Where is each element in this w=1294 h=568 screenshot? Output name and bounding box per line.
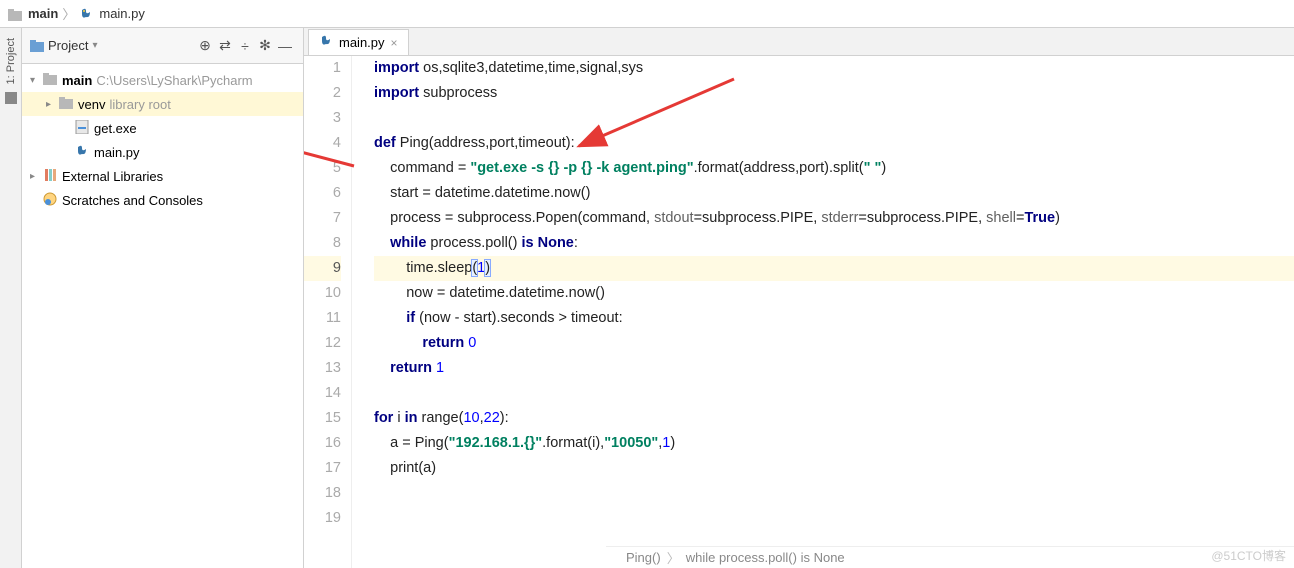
- editor-area: main.py × 12345678910111213141516171819 …: [304, 28, 1294, 568]
- python-file-icon: [79, 6, 93, 22]
- tree-scratches[interactable]: Scratches and Consoles: [22, 188, 303, 212]
- chevron-down-icon: ▾: [30, 75, 42, 86]
- tree-root[interactable]: ▾ main C:\Users\LyShark\Pycharm: [22, 68, 303, 92]
- locate-icon[interactable]: ⊕: [195, 36, 215, 56]
- tree-venv[interactable]: ▸ venv library root: [22, 92, 303, 116]
- chevron-right-icon: ▸: [30, 171, 42, 182]
- scratches-icon: [42, 192, 58, 209]
- hide-icon[interactable]: —: [275, 36, 295, 56]
- code-editor[interactable]: 12345678910111213141516171819 import os,…: [304, 56, 1294, 568]
- project-tree: ▾ main C:\Users\LyShark\Pycharm ▸ venv l…: [22, 64, 303, 568]
- editor-tabs: main.py ×: [304, 28, 1294, 56]
- collapse-icon[interactable]: ÷: [235, 36, 255, 56]
- sidebar-header: Project ▾ ⊕ ⇄ ÷ ✻ —: [22, 28, 303, 64]
- chevron-right-icon: 〉: [667, 548, 680, 567]
- status-breadcrumb: Ping() 〉 while process.poll() is None: [606, 546, 1294, 568]
- chevron-right-icon: 〉: [62, 4, 75, 23]
- sidebar-title[interactable]: Project ▾: [30, 38, 98, 53]
- project-tool-tab[interactable]: 1: Project: [5, 38, 17, 84]
- breadcrumb-file[interactable]: main.py: [99, 6, 145, 21]
- fold-strip: [352, 56, 366, 568]
- python-file-icon: [74, 144, 90, 161]
- folder-icon: [58, 97, 74, 112]
- status-function[interactable]: Ping(): [626, 550, 661, 565]
- close-icon[interactable]: ×: [391, 36, 398, 50]
- python-file-icon: [319, 34, 333, 51]
- libraries-icon: [42, 169, 58, 184]
- dropdown-icon: ▾: [92, 40, 97, 51]
- tree-file-getexe[interactable]: get.exe: [22, 116, 303, 140]
- watermark: @51CTO博客: [1211, 547, 1286, 564]
- tab-mainpy[interactable]: main.py ×: [308, 29, 409, 55]
- tool-window-icon[interactable]: [5, 92, 17, 104]
- chevron-right-icon: ▸: [46, 99, 58, 110]
- exe-file-icon: [74, 120, 90, 137]
- breadcrumb: main 〉 main.py: [0, 0, 1294, 28]
- project-sidebar: Project ▾ ⊕ ⇄ ÷ ✻ — ▾ main C:\Users\LySh…: [22, 28, 304, 568]
- status-context[interactable]: while process.poll() is None: [686, 550, 845, 565]
- left-tool-rail: 1: Project: [0, 28, 22, 568]
- breadcrumb-folder[interactable]: main: [28, 6, 58, 21]
- tree-external-libs[interactable]: ▸ External Libraries: [22, 164, 303, 188]
- folder-icon: [8, 6, 22, 21]
- folder-icon: [42, 73, 58, 88]
- expand-icon[interactable]: ⇄: [215, 36, 235, 56]
- tree-file-mainpy[interactable]: main.py: [22, 140, 303, 164]
- code-content[interactable]: import os,sqlite3,datetime,time,signal,s…: [366, 56, 1294, 568]
- line-gutter: 12345678910111213141516171819: [304, 56, 352, 568]
- gear-icon[interactable]: ✻: [255, 36, 275, 56]
